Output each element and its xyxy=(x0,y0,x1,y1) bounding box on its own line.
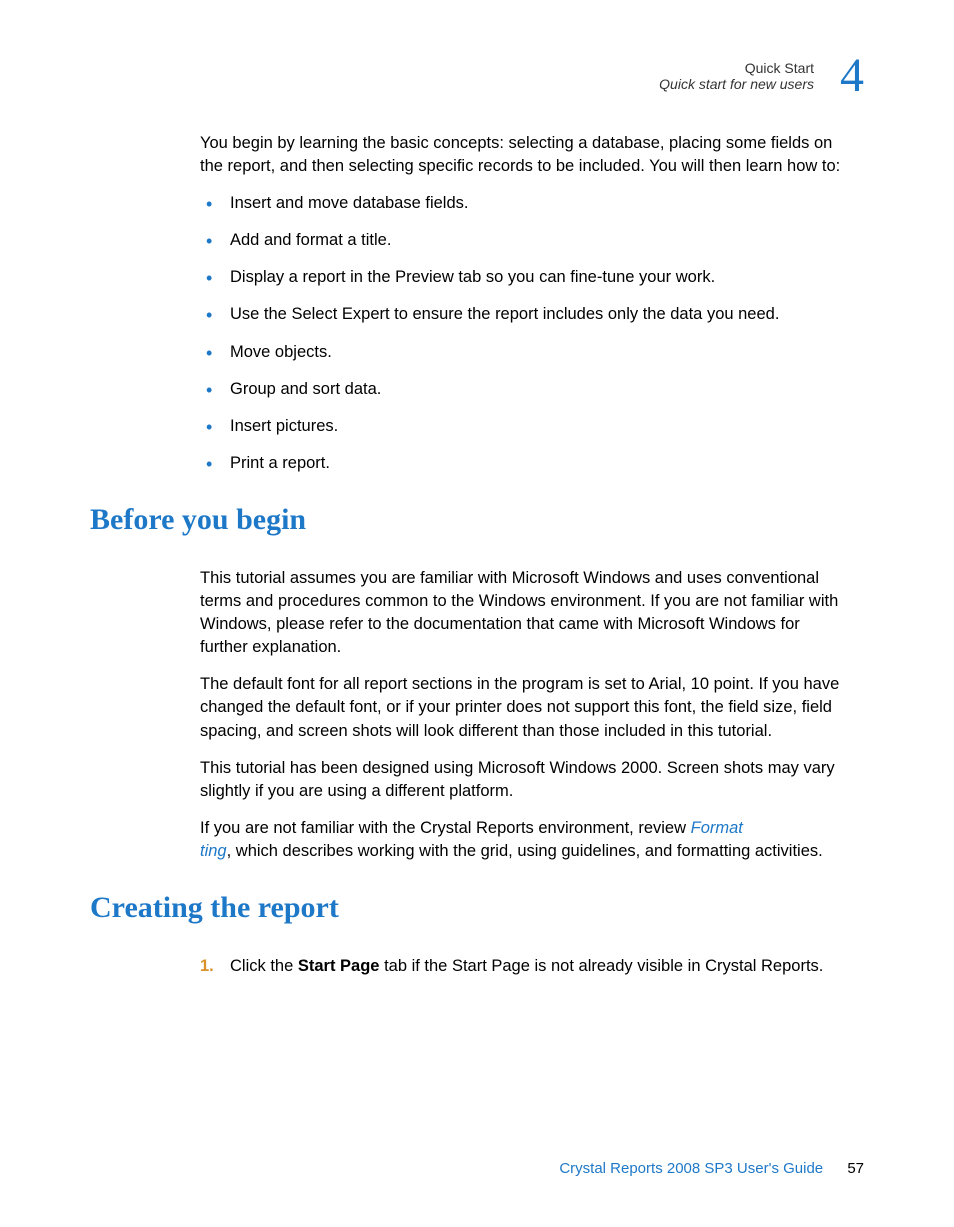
header-section-label: Quick start for new users xyxy=(90,76,814,92)
list-item: Insert and move database fields. xyxy=(200,192,844,215)
link-formatting[interactable]: Format xyxy=(691,819,743,837)
list-item: Print a report. xyxy=(200,452,844,475)
intro-bullet-list: Insert and move database fields. Add and… xyxy=(200,192,844,475)
step-number: 1. xyxy=(200,955,214,978)
list-item: Display a report in the Preview tab so y… xyxy=(200,266,844,289)
chapter-number: 4 xyxy=(840,48,864,103)
list-item: Group and sort data. xyxy=(200,378,844,401)
header-chapter-label: Quick Start xyxy=(90,60,814,76)
footer-page-number: 57 xyxy=(847,1160,864,1177)
body-paragraph: This tutorial has been designed using Mi… xyxy=(200,757,844,803)
page-footer: Crystal Reports 2008 SP3 User's Guide 57 xyxy=(559,1160,864,1177)
body-paragraph: This tutorial assumes you are familiar w… xyxy=(200,567,844,659)
steps-list: 1. Click the Start Page tab if the Start… xyxy=(200,955,844,978)
list-item: Insert pictures. xyxy=(200,415,844,438)
list-item: Use the Select Expert to ensure the repo… xyxy=(200,303,844,326)
footer-doc-title: Crystal Reports 2008 SP3 User's Guide xyxy=(559,1160,823,1177)
link-formatting-cont[interactable]: ting xyxy=(200,842,227,860)
text-fragment: Click the xyxy=(230,957,298,975)
heading-creating-the-report: Creating the report xyxy=(90,891,844,925)
list-item: Add and format a title. xyxy=(200,229,844,252)
heading-before-you-begin: Before you begin xyxy=(90,503,844,537)
body-paragraph: The default font for all report sections… xyxy=(200,673,844,742)
step-item: 1. Click the Start Page tab if the Start… xyxy=(200,955,844,978)
text-fragment: , which describes working with the grid,… xyxy=(227,842,823,860)
text-fragment: If you are not familiar with the Crystal… xyxy=(200,819,691,837)
ui-reference-bold: Start Page xyxy=(298,957,380,975)
page-header: Quick Start Quick start for new users 4 xyxy=(90,60,864,92)
list-item: Move objects. xyxy=(200,341,844,364)
body-paragraph: If you are not familiar with the Crystal… xyxy=(200,817,844,863)
text-fragment: tab if the Start Page is not already vis… xyxy=(379,957,823,975)
intro-paragraph: You begin by learning the basic concepts… xyxy=(200,132,844,178)
